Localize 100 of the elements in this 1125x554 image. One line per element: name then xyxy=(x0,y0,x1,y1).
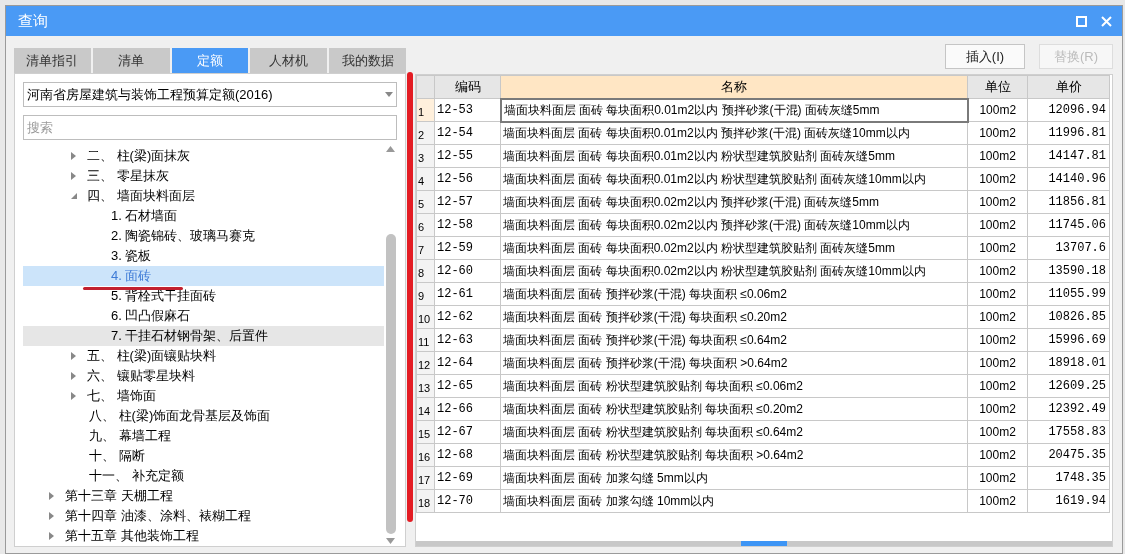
tree-item[interactable]: 二、 柱(梁)面抹灰 xyxy=(23,146,384,166)
tree-item[interactable]: 八、 柱(梁)饰面龙骨基层及饰面 xyxy=(23,406,384,426)
table-cell: 100m2 xyxy=(967,282,1028,306)
table-cell: 墙面块料面层 面砖 每块面积0.02m2以内 预拌砂浆(干混) 面砖灰缝10mm以内 xyxy=(500,213,968,237)
row-number[interactable]: 4 xyxy=(416,167,435,191)
table-cell: 12-66 xyxy=(434,397,501,421)
table-cell: 100m2 xyxy=(967,236,1028,260)
table-cell: 18918.01 xyxy=(1027,351,1110,375)
table-cell: 13590.18 xyxy=(1027,259,1110,283)
table-cell: 100m2 xyxy=(967,328,1028,352)
tree-item[interactable]: 十一、 补充定额 xyxy=(23,466,384,486)
tree-item[interactable]: 三、 零星抹灰 xyxy=(23,166,384,186)
table-cell: 墙面块料面层 面砖 加浆勾缝 10mm以内 xyxy=(500,489,968,513)
action-button[interactable]: 插入(I) xyxy=(945,44,1025,69)
table-cell: 11996.81 xyxy=(1027,121,1110,145)
table-cell: 12-67 xyxy=(434,420,501,444)
expand-arrow-icon[interactable] xyxy=(71,172,77,180)
table-cell: 12-58 xyxy=(434,213,501,237)
search-field[interactable]: 搜索 xyxy=(23,115,397,140)
collapse-arrow-icon[interactable] xyxy=(71,192,77,200)
maximize-icon[interactable] xyxy=(1076,15,1087,27)
tree-item[interactable]: 十、 隔断 xyxy=(23,446,384,466)
row-number[interactable]: 10 xyxy=(416,305,435,329)
expand-arrow-icon[interactable] xyxy=(49,532,55,540)
tree-item[interactable]: 1. 石材墙面 xyxy=(23,206,384,226)
column-header[interactable]: 名称 xyxy=(500,75,968,99)
table-cell: 11856.81 xyxy=(1027,190,1110,214)
expand-arrow-icon[interactable] xyxy=(71,392,77,400)
table-cell: 12-54 xyxy=(434,121,501,145)
row-number[interactable]: 2 xyxy=(416,121,435,145)
table-cell: 14140.96 xyxy=(1027,167,1110,191)
tree-item[interactable]: 四、 墙面块料面层 xyxy=(23,186,384,206)
expand-arrow-icon[interactable] xyxy=(71,372,77,380)
tree-item[interactable]: 7. 干挂石材钢骨架、后置件 xyxy=(23,326,384,346)
table-cell: 12392.49 xyxy=(1027,397,1110,421)
expand-arrow-icon[interactable] xyxy=(71,352,77,360)
table-cell: 墙面块料面层 面砖 每块面积0.01m2以内 粉状型建筑胶贴剂 面砖灰缝10mm以内 xyxy=(500,167,968,191)
tree-item[interactable]: 第十三章 天棚工程 xyxy=(23,486,384,506)
close-icon[interactable] xyxy=(1101,15,1112,27)
row-number[interactable]: 3 xyxy=(416,144,435,168)
row-number[interactable]: 5 xyxy=(416,190,435,214)
library-dropdown[interactable]: 河南省房屋建筑与装饰工程预算定额(2016) xyxy=(23,82,397,107)
tree-item[interactable]: 五、 柱(梁)面镶贴块料 xyxy=(23,346,384,366)
tree-item[interactable]: 第十五章 其他装饰工程 xyxy=(23,526,384,546)
column-header[interactable]: 单位 xyxy=(967,75,1028,99)
table-cell: 12-68 xyxy=(434,443,501,467)
table-cell: 100m2 xyxy=(967,121,1028,145)
row-number[interactable]: 16 xyxy=(416,443,435,467)
tree-item[interactable]: 6. 凹凸假麻石 xyxy=(23,306,384,326)
row-number[interactable]: 14 xyxy=(416,397,435,421)
expand-arrow-icon[interactable] xyxy=(49,492,55,500)
scrollbar-thumb[interactable] xyxy=(385,234,396,534)
tree-item[interactable]: 5. 背栓式干挂面砖 xyxy=(23,286,384,306)
row-number[interactable]: 6 xyxy=(416,213,435,237)
expand-arrow-icon[interactable] xyxy=(49,512,55,520)
tab[interactable]: 人材机 xyxy=(250,48,328,73)
tree-item[interactable]: 3. 瓷板 xyxy=(23,246,384,266)
row-number[interactable]: 11 xyxy=(416,328,435,352)
table-cell: 墙面块料面层 面砖 预拌砂浆(干混) 每块面积 >0.64m2 xyxy=(500,351,968,375)
tab[interactable]: 清单 xyxy=(92,48,170,73)
table-cell: 墙面块料面层 面砖 每块面积0.01m2以内 预拌砂浆(干混) 面砖灰缝5mm xyxy=(500,98,968,122)
table-cell: 墙面块料面层 面砖 每块面积0.02m2以内 粉状型建筑胶贴剂 面砖灰缝10mm以内 xyxy=(500,259,968,283)
table-cell: 15996.69 xyxy=(1027,328,1110,352)
table-cell: 100m2 xyxy=(967,259,1028,283)
table-cell: 12-56 xyxy=(434,167,501,191)
expand-arrow-icon[interactable] xyxy=(71,152,77,160)
table-cell: 100m2 xyxy=(967,305,1028,329)
splitter-handle[interactable] xyxy=(741,541,787,546)
table-cell: 12-69 xyxy=(434,466,501,490)
table-cell: 墙面块料面层 面砖 每块面积0.01m2以内 预拌砂浆(干混) 面砖灰缝10mm以内 xyxy=(500,121,968,145)
tree-item[interactable]: 第十四章 油漆、涂料、裱糊工程 xyxy=(23,506,384,526)
row-number[interactable]: 17 xyxy=(416,466,435,490)
tree-item[interactable]: 九、 幕墙工程 xyxy=(23,426,384,446)
row-number[interactable]: 9 xyxy=(416,282,435,306)
table-cell: 墙面块料面层 面砖 每块面积0.01m2以内 粉状型建筑胶贴剂 面砖灰缝5mm xyxy=(500,144,968,168)
row-number[interactable]: 13 xyxy=(416,374,435,398)
scroll-down-icon[interactable] xyxy=(386,538,395,544)
table-cell: 100m2 xyxy=(967,351,1028,375)
table-cell: 墙面块料面层 面砖 粉状型建筑胶贴剂 每块面积 ≤0.20m2 xyxy=(500,397,968,421)
table-cell: 1619.94 xyxy=(1027,489,1110,513)
vertical-scrollbar[interactable] xyxy=(384,144,397,546)
tab[interactable]: 我的数据 xyxy=(329,48,406,73)
row-number[interactable]: 1 xyxy=(416,98,435,122)
tab[interactable]: 清单指引 xyxy=(14,48,91,73)
column-header[interactable]: 编码 xyxy=(434,75,501,99)
tree-item[interactable]: 七、 墙饰面 xyxy=(23,386,384,406)
table-cell: 墙面块料面层 面砖 每块面积0.02m2以内 粉状型建筑胶贴剂 面砖灰缝5mm xyxy=(500,236,968,260)
horizontal-scrollbar[interactable] xyxy=(416,541,1112,546)
row-number[interactable]: 18 xyxy=(416,489,435,513)
row-number[interactable]: 15 xyxy=(416,420,435,444)
table-cell: 100m2 xyxy=(967,420,1028,444)
row-number[interactable]: 12 xyxy=(416,351,435,375)
scroll-up-icon[interactable] xyxy=(386,146,395,152)
table-cell: 14147.81 xyxy=(1027,144,1110,168)
tree-item[interactable]: 2. 陶瓷锦砖、玻璃马赛克 xyxy=(23,226,384,246)
tree-item[interactable]: 六、 镶贴零星块料 xyxy=(23,366,384,386)
row-number[interactable]: 8 xyxy=(416,259,435,283)
table-cell: 墙面块料面层 面砖 预拌砂浆(干混) 每块面积 ≤0.64m2 xyxy=(500,328,968,352)
column-header[interactable]: 单价 xyxy=(1027,75,1110,99)
row-number[interactable]: 7 xyxy=(416,236,435,260)
